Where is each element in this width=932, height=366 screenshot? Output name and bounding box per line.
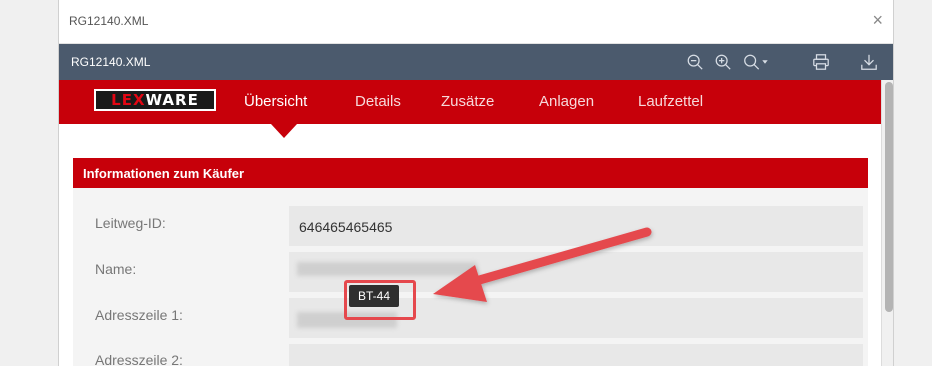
vertical-scrollbar[interactable]: [881, 80, 893, 366]
annotation-highlight-box: [344, 280, 416, 320]
zoom-in-icon[interactable]: [713, 52, 733, 72]
field-value-adresszeile-2: [289, 344, 863, 366]
field-label-leitweg-id: Leitweg-ID:: [95, 215, 166, 231]
invoice-viewer-window: RG12140.XML × RG12140.XML LEX WARE Übersi…: [58, 0, 894, 366]
field-value-leitweg-id: 646465465465: [289, 206, 863, 246]
tab-anlagen[interactable]: Anlagen: [539, 93, 594, 110]
section-title: Informationen zum Käufer: [83, 166, 245, 181]
tab-zusaetze[interactable]: Zusätze: [441, 93, 494, 110]
file-name: RG12140.XML: [71, 55, 151, 69]
close-icon[interactable]: ×: [872, 11, 883, 29]
section-header: Informationen zum Käufer: [73, 158, 868, 188]
field-label-adresszeile-1: Adresszeile 1:: [95, 307, 183, 323]
redacted-value: [297, 262, 477, 276]
field-label-name: Name:: [95, 261, 137, 277]
field-label-adresszeile-2: Adresszeile 2:: [95, 352, 183, 366]
tab-details[interactable]: Details: [355, 93, 401, 110]
viewer-toolbar: RG12140.XML: [59, 44, 893, 80]
print-icon[interactable]: [811, 52, 831, 72]
content-area: Informationen zum Käufer Leitweg-ID: 646…: [59, 124, 881, 366]
lexware-logo: LEX WARE: [94, 89, 216, 111]
buyer-info-section: Informationen zum Käufer Leitweg-ID: 646…: [73, 158, 868, 366]
window-titlebar: RG12140.XML ×: [59, 0, 893, 44]
zoom-menu-icon[interactable]: [741, 52, 771, 72]
zoom-out-icon[interactable]: [685, 52, 705, 72]
tab-uebersicht[interactable]: Übersicht: [244, 93, 307, 110]
download-icon[interactable]: [859, 52, 879, 72]
tab-laufzettel[interactable]: Laufzettel: [638, 93, 703, 110]
window-title: RG12140.XML: [69, 14, 149, 28]
scrollbar-thumb[interactable]: [885, 82, 893, 312]
navigation-bar: LEX WARE Übersicht Details Zusätze Anlage…: [59, 80, 893, 124]
